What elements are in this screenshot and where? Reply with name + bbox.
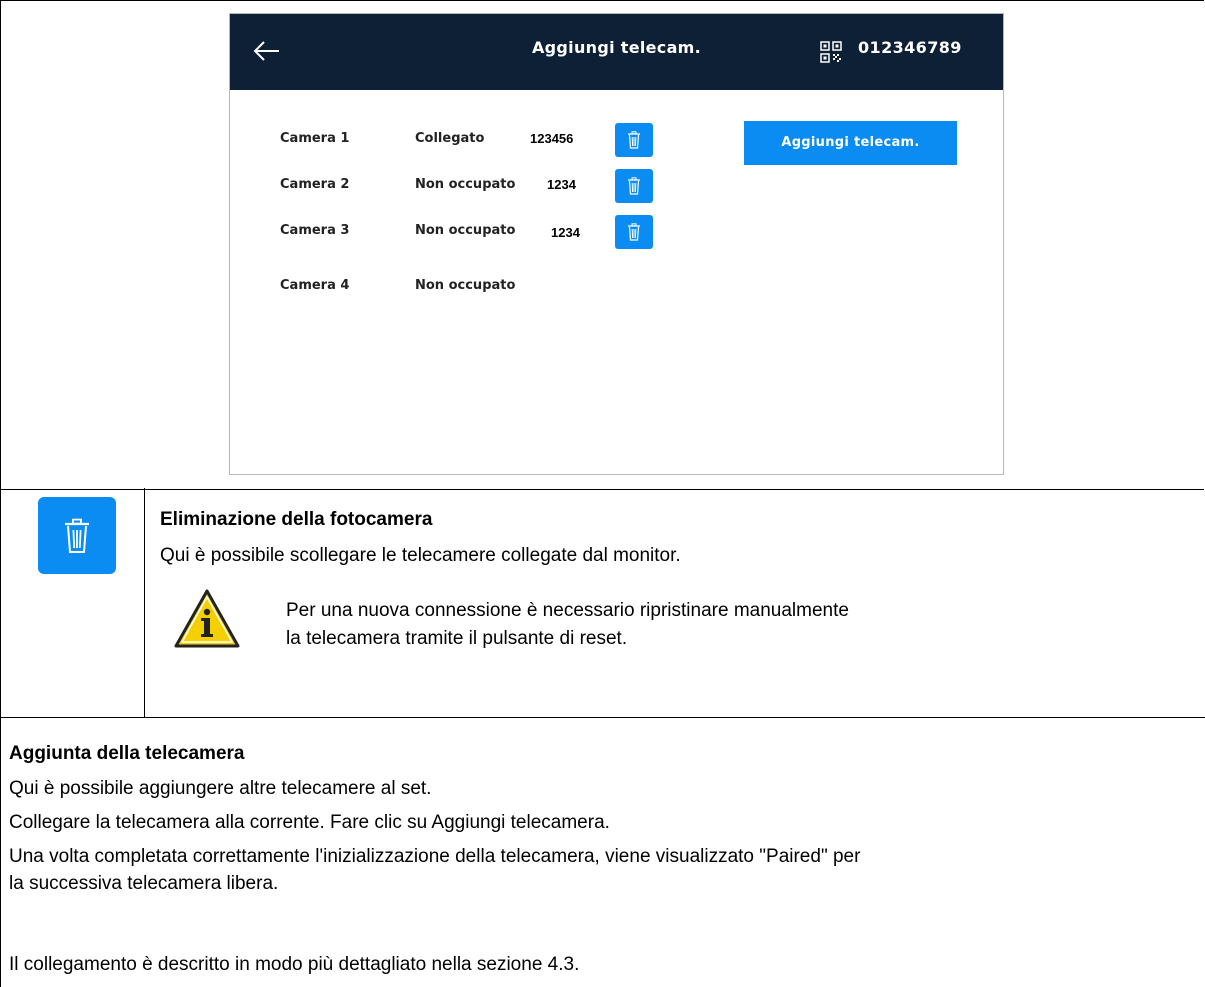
- camera-code: 1234: [551, 225, 580, 240]
- paragraph: Una volta completata correttamente l'ini…: [9, 846, 861, 867]
- camera-name: Camera 3: [280, 223, 350, 238]
- camera-row: Camera 4 Non occupato: [230, 270, 670, 304]
- delete-section: Eliminazione della fotocamera Qui è poss…: [0, 488, 1205, 718]
- section-body: Qui è possibile scollegare le telecamere…: [160, 545, 681, 566]
- section-title: Eliminazione della fotocamera: [160, 509, 433, 530]
- device-id: 012346789: [858, 38, 962, 57]
- camera-status: Non occupato: [415, 177, 516, 192]
- paragraph: Qui è possibile aggiungere altre telecam…: [9, 778, 432, 799]
- warning-line: la telecamera tramite il pulsante di res…: [286, 628, 628, 649]
- camera-status: Non occupato: [415, 278, 516, 293]
- camera-code: 123456: [530, 131, 574, 146]
- section-title: Aggiunta della telecamera: [9, 743, 245, 764]
- camera-name: Camera 4: [280, 278, 350, 293]
- qr-code-icon[interactable]: [820, 41, 842, 63]
- camera-code: 1234: [547, 177, 576, 192]
- warning-line: Per una nuova connessione è necessario r…: [286, 600, 849, 621]
- camera-status: Collegato: [415, 131, 485, 146]
- screenshot-cell: Aggiungi telecam. 012346789 Camera 1 Col…: [0, 0, 1204, 490]
- device-screen: Aggiungi telecam. 012346789 Camera 1 Col…: [229, 13, 1004, 475]
- warning-note: Per una nuova connessione è necessario r…: [286, 597, 849, 653]
- trash-icon: [65, 518, 89, 553]
- trash-icon: [628, 177, 640, 195]
- trash-button-illustration: [38, 497, 116, 574]
- info-warning-icon: [174, 589, 240, 648]
- add-camera-button[interactable]: Aggiungi telecam.: [744, 121, 957, 165]
- trash-icon: [628, 131, 640, 149]
- column-divider: [144, 488, 145, 717]
- camera-name: Camera 1: [280, 131, 350, 146]
- delete-camera-button[interactable]: [615, 215, 653, 249]
- camera-row: Camera 3 Non occupato 1234: [230, 215, 670, 249]
- paragraph: la successiva telecamera libera.: [9, 873, 279, 894]
- paragraph: Collegare la telecamera alla corrente. F…: [9, 812, 610, 833]
- add-section: Aggiunta della telecamera Qui è possibil…: [0, 718, 1205, 987]
- camera-name: Camera 2: [280, 177, 350, 192]
- paragraph: Il collegamento è descritto in modo più …: [9, 954, 580, 975]
- camera-status: Non occupato: [415, 223, 516, 238]
- delete-camera-button[interactable]: [615, 123, 653, 157]
- manual-page: Aggiungi telecam. 012346789 Camera 1 Col…: [0, 0, 1205, 987]
- trash-icon: [628, 223, 640, 241]
- header-bar: Aggiungi telecam. 012346789: [230, 14, 1003, 90]
- delete-camera-button[interactable]: [615, 169, 653, 203]
- camera-row: Camera 1 Collegato 123456: [230, 123, 670, 157]
- camera-row: Camera 2 Non occupato 1234: [230, 169, 670, 203]
